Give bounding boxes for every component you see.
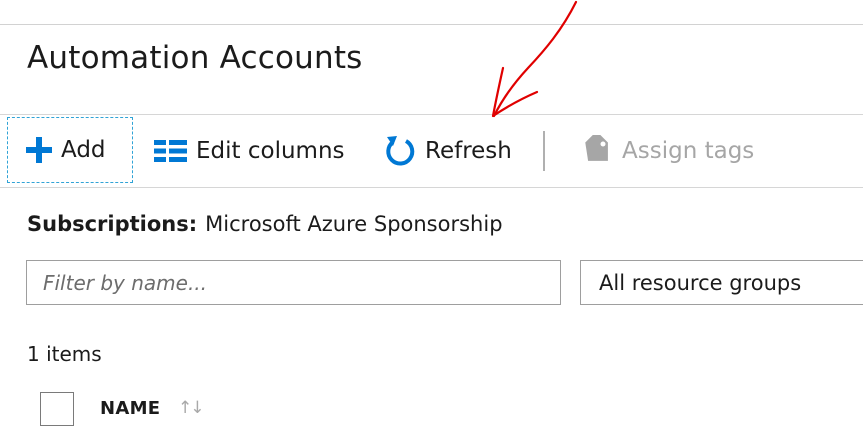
toolbar-separator: [543, 131, 545, 171]
edit-columns-label: Edit columns: [196, 138, 345, 164]
plus-icon: [26, 137, 52, 163]
refresh-icon: [384, 134, 416, 168]
command-bar: Add Edit columns Refresh Assign tags: [0, 114, 863, 188]
assign-tags-label: Assign tags: [622, 138, 755, 164]
add-label: Add: [61, 137, 106, 163]
filter-placeholder: Filter by name...: [43, 270, 208, 295]
refresh-button[interactable]: Refresh: [384, 115, 512, 187]
refresh-label: Refresh: [425, 138, 512, 164]
subscriptions-label: Subscriptions:: [27, 212, 198, 236]
add-button[interactable]: Add: [7, 117, 133, 183]
automation-accounts-page: Automation Accounts Add Edit columns Ref…: [0, 0, 863, 440]
select-all-checkbox[interactable]: [40, 392, 74, 426]
column-header-name[interactable]: NAME: [100, 398, 160, 419]
assign-tags-button[interactable]: Assign tags: [583, 115, 754, 187]
top-divider: [0, 24, 863, 25]
tag-icon: [583, 135, 613, 167]
subscriptions-value[interactable]: Microsoft Azure Sponsorship: [205, 212, 502, 236]
resource-groups-selected: All resource groups: [599, 270, 802, 295]
items-count: 1 items: [27, 342, 102, 366]
subscriptions-row: Subscriptions: Microsoft Azure Sponsorshi…: [27, 212, 503, 236]
columns-icon: [154, 139, 187, 163]
resource-groups-dropdown[interactable]: All resource groups: [580, 260, 863, 305]
filter-by-name-input[interactable]: Filter by name...: [26, 260, 561, 305]
page-title: Automation Accounts: [27, 40, 363, 76]
sort-icon[interactable]: ↑↓: [178, 398, 204, 418]
edit-columns-button[interactable]: Edit columns: [154, 115, 345, 187]
